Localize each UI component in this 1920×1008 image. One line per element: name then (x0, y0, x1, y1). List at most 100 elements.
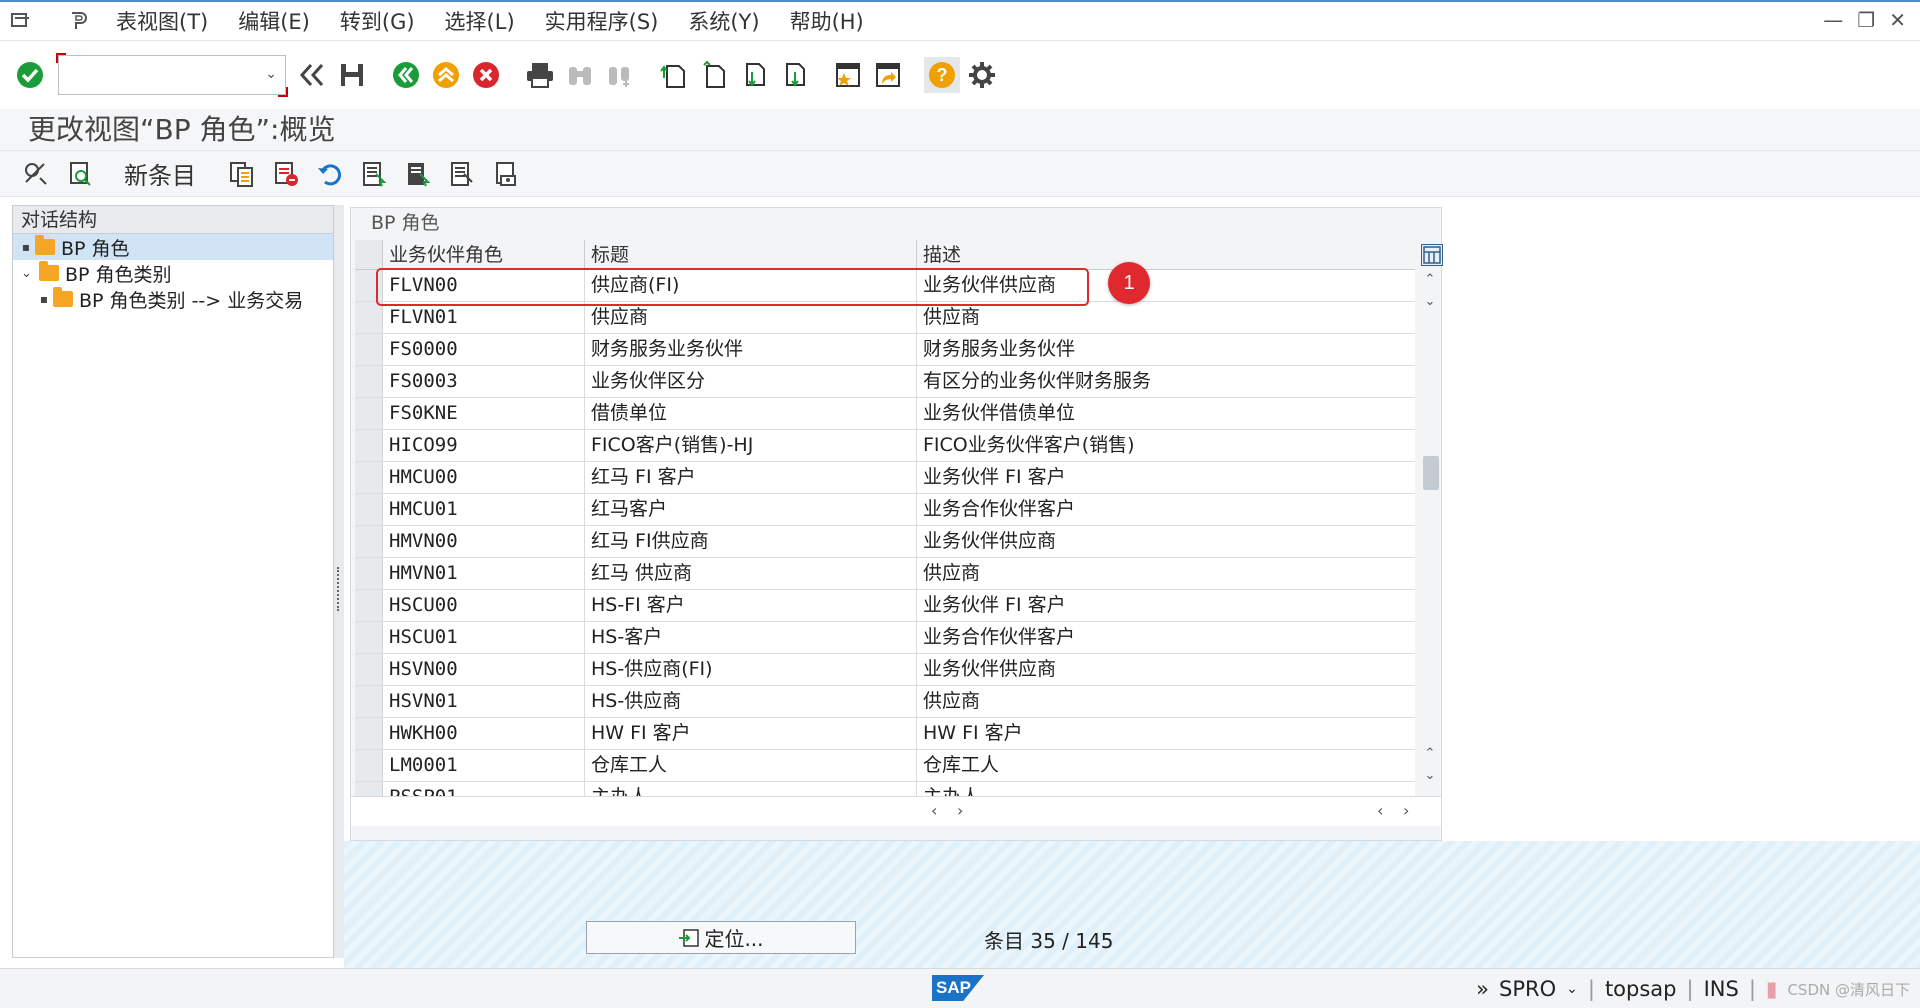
cell-title[interactable]: HS-FI 客户 (585, 590, 917, 621)
cell-bp-role[interactable]: HSVN01 (383, 686, 585, 717)
cell-title[interactable]: 财务服务业务伙伴 (585, 334, 917, 365)
exit-icon[interactable] (428, 57, 464, 93)
cell-description[interactable]: 业务伙伴 FI 客户 (917, 590, 1415, 621)
cell-title[interactable]: 红马 FI供应商 (585, 526, 917, 557)
vertical-scrollbar[interactable]: ⌃ ⌄ ⌃ ⌄ (1420, 270, 1440, 786)
menu-table-view[interactable]: 表视图(T) (116, 6, 208, 36)
next-page-icon[interactable] (736, 57, 772, 93)
splitter-grip-icon[interactable] (337, 567, 341, 611)
cell-description[interactable]: 供应商 (917, 558, 1415, 589)
row-selector[interactable] (355, 654, 383, 685)
cell-description[interactable]: 供应商 (917, 302, 1415, 333)
cell-title[interactable]: 供应商 (585, 302, 917, 333)
menu-toggle-icon[interactable] (6, 6, 36, 36)
cell-title[interactable]: FICO客户(销售)-HJ (585, 430, 917, 461)
select-all-cell[interactable] (355, 240, 383, 269)
cell-bp-role[interactable]: HSCU00 (383, 590, 585, 621)
cell-bp-role[interactable]: HICO99 (383, 430, 585, 461)
cell-bp-role[interactable]: HMVN00 (383, 526, 585, 557)
table-row[interactable]: HMCU01 红马客户 业务合作伙伴客户 (355, 494, 1415, 526)
scroll-up-icon[interactable]: ⌃ (1420, 270, 1440, 290)
row-selector[interactable] (355, 526, 383, 557)
minimize-icon[interactable]: — (1823, 8, 1843, 32)
scroll-right-icon[interactable]: › (1403, 801, 1409, 820)
table-row[interactable]: LM0001 仓库工人 仓库工人 (355, 750, 1415, 782)
new-entries-button[interactable]: 新条目 (124, 156, 196, 191)
scroll-down-icon[interactable]: ⌄ (1420, 292, 1440, 312)
cell-title[interactable]: 业务伙伴区分 (585, 366, 917, 397)
menu-selection[interactable]: 选择(L) (445, 6, 515, 36)
other-view-icon[interactable] (62, 156, 98, 192)
position-button[interactable]: 定位... (586, 921, 856, 954)
tree-item-bp-role-category[interactable]: ⌄ BP 角色类别 (13, 260, 333, 286)
scroll-left-icon[interactable]: ‹ (1377, 801, 1383, 820)
row-selector[interactable] (355, 558, 383, 589)
cell-title[interactable]: 红马 供应商 (585, 558, 917, 589)
table-row[interactable]: HSVN00 HS-供应商(FI) 业务伙伴供应商 (355, 654, 1415, 686)
menu-utilities[interactable]: 实用程序(S) (545, 6, 659, 36)
cell-description[interactable]: 仓库工人 (917, 750, 1415, 781)
cell-description[interactable]: 业务伙伴借债单位 (917, 398, 1415, 429)
cell-description[interactable]: FICO业务伙伴客户(销售) (917, 430, 1415, 461)
table-row[interactable]: FS0000 财务服务业务伙伴 财务服务业务伙伴 (355, 334, 1415, 366)
tree-item-bp-role[interactable]: ▪ BP 角色 (13, 234, 333, 260)
menu-system[interactable]: 系统(Y) (688, 6, 759, 36)
row-selector[interactable] (355, 462, 383, 493)
command-field[interactable]: ⌄ (56, 53, 288, 97)
page-down-icon[interactable]: ⌄ (1420, 766, 1440, 786)
last-page-icon[interactable] (776, 57, 812, 93)
cell-bp-role[interactable]: HMCU01 (383, 494, 585, 525)
row-selector[interactable] (355, 334, 383, 365)
cell-title[interactable]: 红马 FI 客户 (585, 462, 917, 493)
shortcut-icon[interactable] (870, 57, 906, 93)
select-all-icon[interactable] (356, 156, 392, 192)
cell-bp-role[interactable]: FS0000 (383, 334, 585, 365)
row-selector[interactable] (355, 366, 383, 397)
cell-bp-role[interactable]: HSVN00 (383, 654, 585, 685)
row-selector[interactable] (355, 590, 383, 621)
find-icon[interactable] (562, 57, 598, 93)
display-change-icon[interactable] (18, 156, 54, 192)
menu-goto[interactable]: 转到(G) (340, 6, 415, 36)
cell-description[interactable]: 财务服务业务伙伴 (917, 334, 1415, 365)
row-selector[interactable] (355, 622, 383, 653)
table-row[interactable]: HICO99 FICO客户(销售)-HJ FICO业务伙伴客户(销售) (355, 430, 1415, 462)
cell-title[interactable]: HS-供应商 (585, 686, 917, 717)
table-row[interactable]: FS0003 业务伙伴区分 有区分的业务伙伴财务服务 (355, 366, 1415, 398)
menu-edit[interactable]: 编辑(E) (238, 6, 310, 36)
page-up-icon[interactable]: ⌃ (1420, 744, 1440, 764)
back-icon[interactable] (388, 57, 424, 93)
horizontal-scrollbar[interactable]: ‹ › ‹ › (351, 796, 1441, 826)
cell-description[interactable]: 业务伙伴 FI 客户 (917, 462, 1415, 493)
cell-description[interactable]: 业务合作伙伴客户 (917, 494, 1415, 525)
tree-item-role-category-transaction[interactable]: ▪ BP 角色类别 --> 业务交易 (13, 286, 333, 312)
command-input[interactable] (63, 56, 253, 92)
pane-splitter[interactable] (334, 205, 344, 958)
save-icon[interactable] (334, 57, 370, 93)
scroll-right-icon[interactable]: › (957, 801, 963, 820)
cell-title[interactable]: HW FI 客户 (585, 718, 917, 749)
chevron-down-icon[interactable]: ⌄ (265, 66, 277, 82)
copy-as-icon[interactable] (224, 156, 260, 192)
scroll-thumb[interactable] (1423, 456, 1439, 490)
scroll-left-icon[interactable]: ‹ (931, 801, 937, 820)
cell-description[interactable]: HW FI 客户 (917, 718, 1415, 749)
cell-description[interactable]: 业务合作伙伴客户 (917, 622, 1415, 653)
table-row[interactable]: HMCU00 红马 FI 客户 业务伙伴 FI 客户 (355, 462, 1415, 494)
chevron-down-icon[interactable]: ⌄ (21, 266, 35, 281)
row-selector[interactable] (355, 494, 383, 525)
row-selector[interactable] (355, 302, 383, 333)
delete-icon[interactable] (268, 156, 304, 192)
table-row[interactable]: HMVN00 红马 FI供应商 业务伙伴供应商 (355, 526, 1415, 558)
column-header-title[interactable]: 标题 (585, 240, 917, 269)
print-list-icon[interactable] (488, 156, 524, 192)
cell-title[interactable]: 借债单位 (585, 398, 917, 429)
cancel-icon[interactable] (468, 57, 504, 93)
cell-bp-role[interactable]: FLVN01 (383, 302, 585, 333)
cell-bp-role[interactable]: HSCU01 (383, 622, 585, 653)
table-row[interactable]: HSCU00 HS-FI 客户 业务伙伴 FI 客户 (355, 590, 1415, 622)
cell-bp-role[interactable]: HMCU00 (383, 462, 585, 493)
table-row[interactable]: HSVN01 HS-供应商 供应商 (355, 686, 1415, 718)
chevron-down-icon[interactable]: ⌄ (1566, 981, 1578, 997)
cell-title[interactable]: 仓库工人 (585, 750, 917, 781)
